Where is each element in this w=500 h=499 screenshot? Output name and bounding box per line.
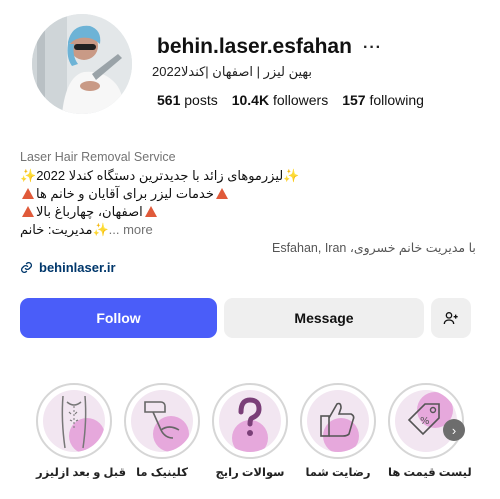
body-icon bbox=[61, 395, 105, 452]
highlight-label: رضایت شما bbox=[305, 467, 371, 479]
follow-button[interactable]: Follow bbox=[20, 298, 217, 338]
sparkles-icon: ✨ bbox=[20, 168, 37, 183]
bio-more-link[interactable]: ... more bbox=[109, 222, 153, 237]
website-link-text[interactable]: behinlaser.ir bbox=[39, 260, 116, 275]
profile-stats: 561 posts 10.4K followers 157 following bbox=[157, 92, 424, 108]
highlights-next-arrow-icon[interactable]: › bbox=[443, 419, 465, 441]
highlight-satisfaction[interactable]: رضایت شما bbox=[300, 383, 376, 479]
sparkles-icon: ✨ bbox=[283, 168, 300, 183]
profile-username: behin.laser.esfahan bbox=[157, 35, 352, 58]
highlight-faq[interactable]: سوالات رایج bbox=[212, 383, 288, 479]
message-button[interactable]: Message bbox=[224, 298, 424, 338]
profile-avatar[interactable] bbox=[32, 14, 132, 114]
bio-line-1: ✨لیزرموهای زائد با جدیدترین دستگاه کندلا… bbox=[20, 168, 300, 183]
triangle-icon bbox=[144, 206, 157, 217]
bio-line-4: مدیریت: خانم✨... more bbox=[20, 222, 153, 237]
more-options-button[interactable]: ··· bbox=[363, 39, 382, 57]
triangle-icon bbox=[215, 188, 228, 199]
svg-text:%: % bbox=[420, 416, 430, 427]
highlight-before-after[interactable]: قبل و بعد ازلیزر bbox=[36, 383, 127, 479]
profile-category: Laser Hair Removal Service bbox=[20, 150, 176, 164]
thumbs-up-icon bbox=[320, 402, 359, 452]
sparkles-icon: ✨ bbox=[92, 222, 109, 237]
profile-full-name: بهین لیزر | اصفهان |کندلا2022 bbox=[152, 64, 312, 79]
highlight-label: سوالات رایج bbox=[215, 467, 285, 479]
bio-line-2: خدمات لیزر برای آقایان و خانم ها bbox=[20, 186, 230, 202]
following-count[interactable]: 157 following bbox=[342, 92, 424, 108]
profile-photo bbox=[32, 14, 132, 114]
posts-count: 561 posts bbox=[157, 92, 218, 108]
location-text: با مدیریت خانم خسروی، Esfahan, Iran bbox=[272, 241, 476, 255]
highlight-label: کلینیک ما bbox=[136, 467, 188, 479]
suggest-users-button[interactable] bbox=[431, 298, 471, 338]
question-icon bbox=[232, 397, 268, 452]
triangle-icon bbox=[22, 206, 34, 217]
laser-device-icon bbox=[144, 401, 189, 452]
website-link[interactable]: behinlaser.ir bbox=[20, 260, 116, 275]
triangle-icon bbox=[22, 188, 34, 199]
followers-count[interactable]: 10.4K followers bbox=[232, 92, 329, 108]
link-icon bbox=[20, 261, 33, 274]
add-person-icon bbox=[443, 312, 458, 325]
highlight-our-clinic[interactable]: کلینیک ما bbox=[124, 383, 200, 479]
bio-line-3: اصفهان، چهارباغ بالا bbox=[20, 204, 159, 220]
highlight-label: لیست قیمت ها bbox=[388, 467, 472, 479]
highlight-label: قبل و بعد ازلیزر bbox=[36, 467, 127, 479]
